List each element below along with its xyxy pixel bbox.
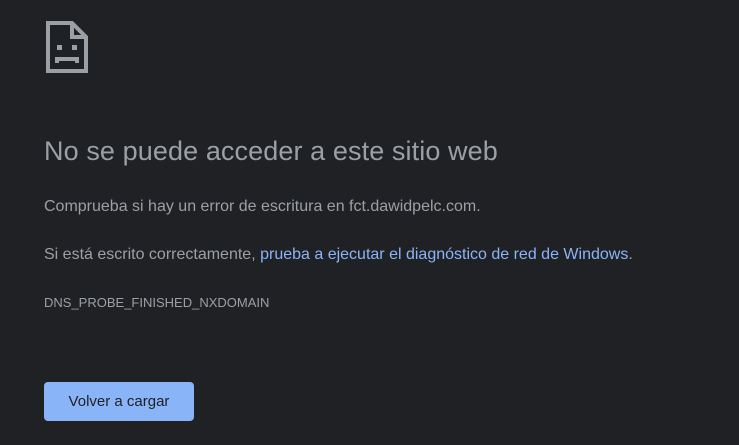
- diagnostic-suffix: .: [628, 246, 633, 263]
- reload-button[interactable]: Volver a cargar: [44, 382, 194, 421]
- sad-page-icon: [46, 21, 88, 73]
- page-title: No se puede acceder a este sitio web: [44, 136, 498, 166]
- typo-check-text: Comprueba si hay un error de escritura e…: [44, 198, 481, 215]
- error-code: DNS_PROBE_FINISHED_NXDOMAIN: [44, 295, 270, 310]
- diagnostic-text: Si está escrito correctamente, prueba a …: [44, 246, 633, 264]
- network-diagnostic-link[interactable]: prueba a ejecutar el diagnóstico de red …: [260, 246, 628, 263]
- diagnostic-prefix: Si está escrito correctamente,: [44, 246, 261, 263]
